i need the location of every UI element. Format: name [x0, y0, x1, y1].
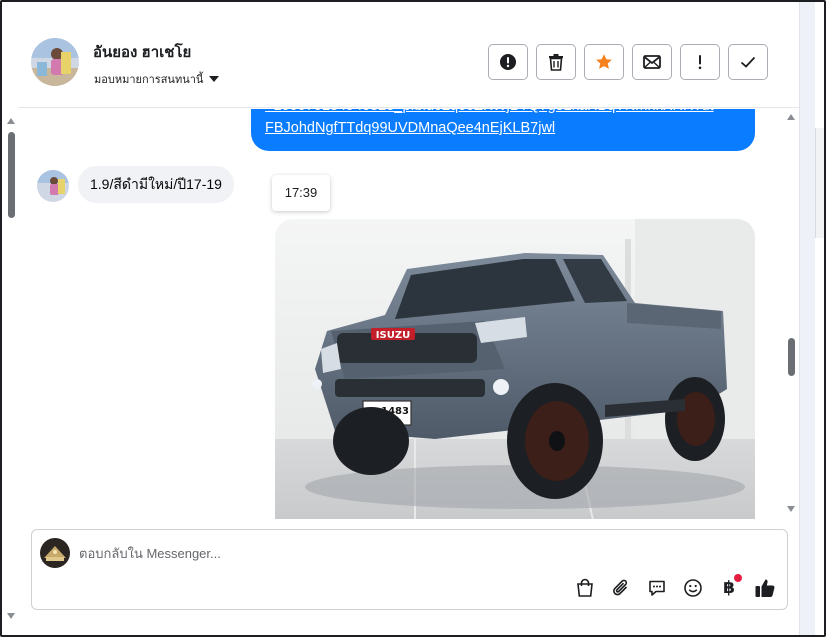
envelope-icon	[643, 55, 661, 69]
message-list[interactable]: =100070134940525_pfbid02qocEKWjBTQ7g52ka…	[18, 109, 784, 519]
scroll-thumb[interactable]	[8, 132, 15, 218]
message-scroll-up-arrow[interactable]	[787, 114, 795, 120]
sent-link-bubble[interactable]: =100070134940525_pfbid02qocEKWjBTQ7g52ka…	[251, 109, 755, 151]
email-button[interactable]	[632, 44, 672, 80]
trash-icon	[549, 54, 563, 71]
inbox-window: อันยอง ฮาเชโย มอบหมายการสนทนานี้ FBJohdN…	[0, 0, 826, 637]
link-text-line-1[interactable]: =100070134940525_pfbid02qocEKWjBTQ7g52ka…	[265, 109, 741, 117]
delete-button[interactable]	[536, 44, 576, 80]
reply-input[interactable]	[79, 542, 769, 564]
mark-important-button[interactable]	[680, 44, 720, 80]
exclamation-circle-icon	[500, 54, 516, 70]
received-message-bubble[interactable]: 1.9/สีดำมีใหม่/ปี17-19	[78, 166, 234, 203]
assign-label[interactable]: มอบหมายการสนทนานี้	[94, 70, 203, 88]
page-avatar	[40, 538, 70, 568]
saved-reply-icon[interactable]	[645, 576, 669, 600]
spam-button[interactable]	[488, 44, 528, 80]
star-button[interactable]	[584, 44, 624, 80]
timestamp-tooltip: 17:39	[272, 175, 330, 211]
scroll-down-arrow[interactable]	[7, 613, 15, 619]
reply-composer: ฿	[31, 529, 788, 610]
baht-symbol: ฿	[723, 578, 735, 597]
side-panel-edge	[799, 2, 815, 635]
exclamation-icon	[698, 55, 702, 70]
chevron-down-icon[interactable]	[209, 76, 220, 82]
truck-photo[interactable]: ISUZU กพ 1483 กรุงเทพมหานคร	[275, 219, 755, 519]
emoji-icon[interactable]	[681, 576, 705, 600]
star-icon	[596, 54, 612, 69]
attachment-icon[interactable]	[609, 576, 633, 600]
message-scroll-down-arrow[interactable]	[787, 506, 795, 512]
page-scrollbar[interactable]	[4, 110, 18, 625]
composer-toolbar: ฿	[573, 574, 777, 600]
notification-dot	[734, 574, 742, 582]
conversation-header: อันยอง ฮาเชโย มอบหมายการสนทนานี้	[18, 14, 799, 108]
like-icon[interactable]	[753, 576, 777, 600]
payment-icon[interactable]: ฿	[717, 574, 742, 600]
contact-name[interactable]: อันยอง ฮาเชโย	[93, 40, 191, 64]
background-edge	[815, 2, 824, 635]
conversation-actions	[488, 44, 768, 80]
brand-badge: ISUZU	[376, 330, 410, 341]
shop-icon[interactable]	[573, 576, 597, 600]
sender-avatar[interactable]	[37, 170, 69, 202]
assign-conversation[interactable]: มอบหมายการสนทนานี้	[94, 70, 220, 88]
link-text-line-2[interactable]: FBJohdNgfTTdq99UVDMnaQee4nEjKLB7jwl	[265, 117, 741, 139]
checkmark-icon	[740, 56, 756, 68]
message-scrollbar[interactable]	[784, 110, 798, 520]
message-scroll-thumb[interactable]	[788, 338, 795, 376]
contact-avatar[interactable]	[31, 38, 79, 86]
scroll-up-arrow[interactable]	[7, 118, 15, 124]
done-button[interactable]	[728, 44, 768, 80]
